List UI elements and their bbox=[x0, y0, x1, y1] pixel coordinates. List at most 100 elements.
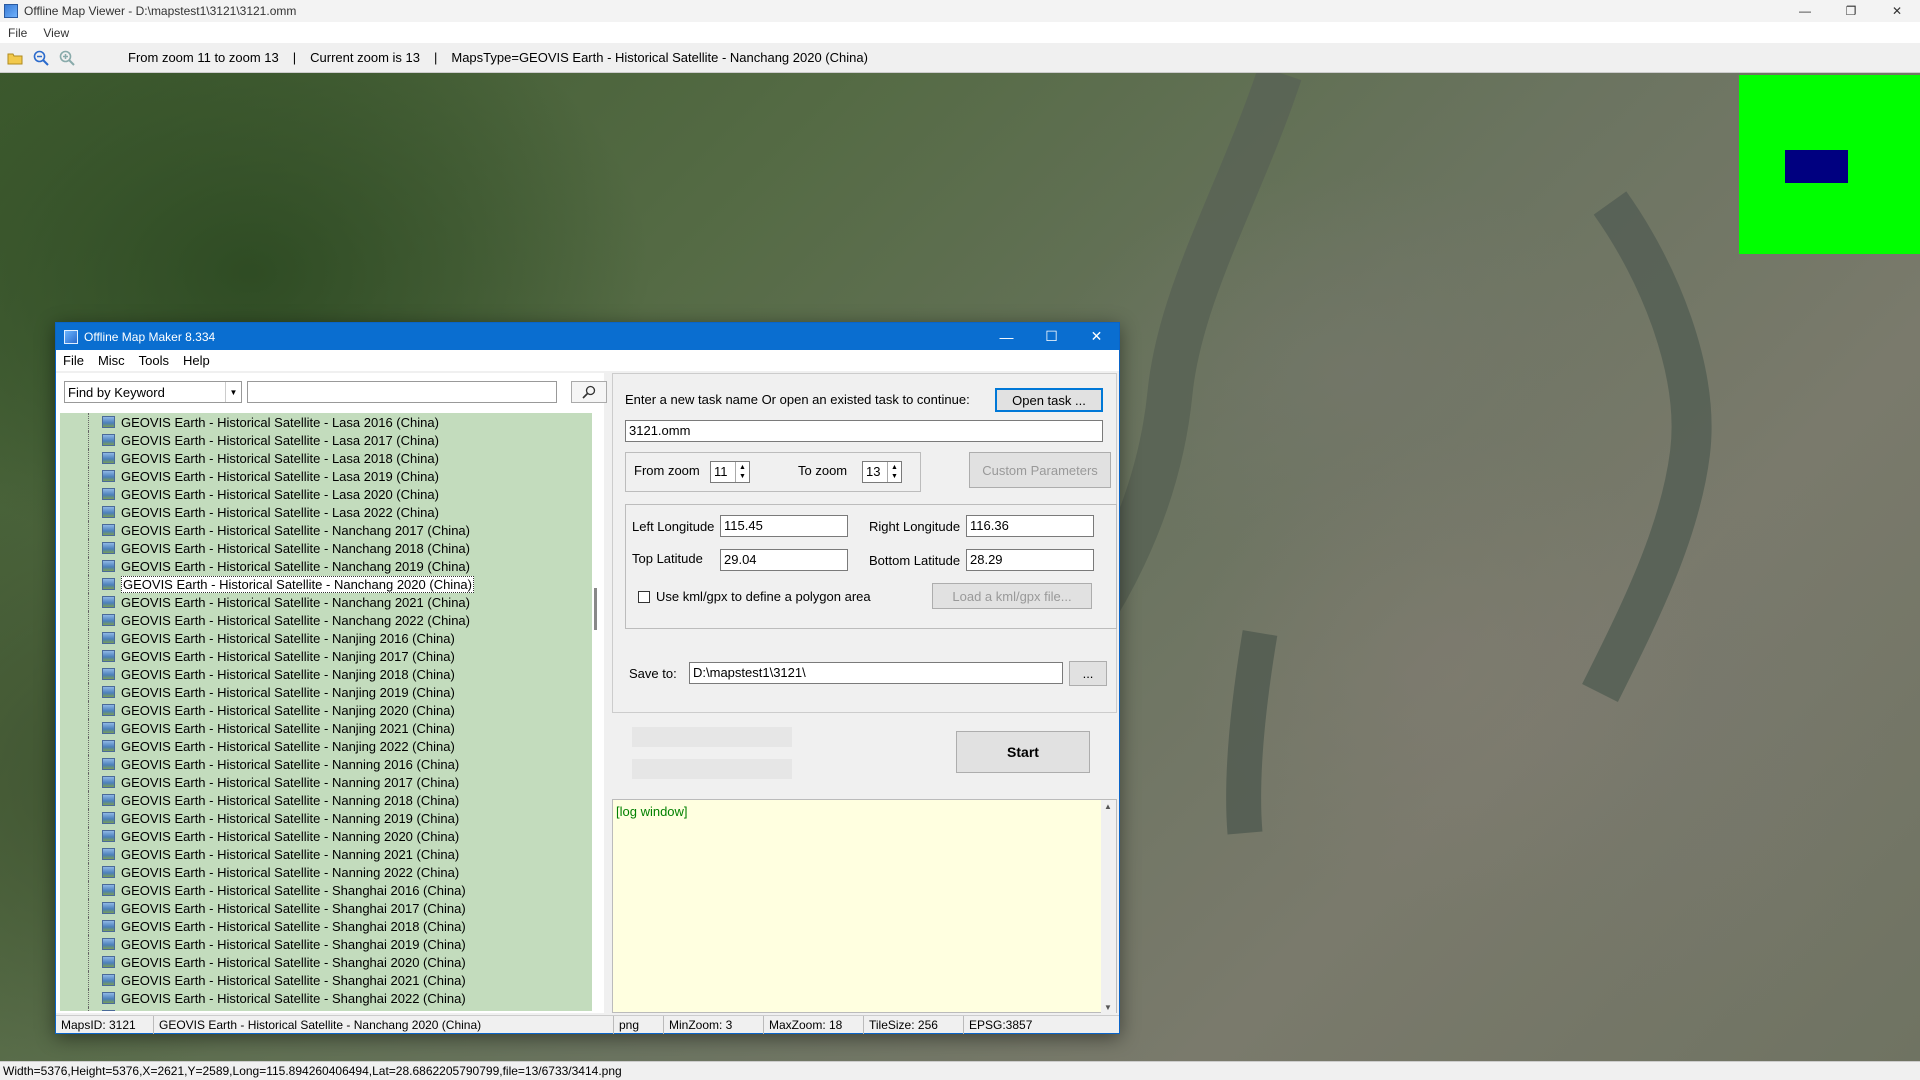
overview-minimap[interactable] bbox=[1739, 75, 1920, 254]
tree-item-label: GEOVIS Earth - Historical Satellite - Na… bbox=[121, 684, 455, 700]
map-layer-icon bbox=[102, 488, 115, 500]
browse-button[interactable]: ... bbox=[1069, 661, 1107, 686]
maps-id-text: MapsID: 3121 bbox=[56, 1015, 154, 1034]
tree-item[interactable]: GEOVIS Earth - Historical Satellite - Na… bbox=[60, 629, 592, 647]
top-latitude-input[interactable]: 29.04 bbox=[720, 549, 848, 571]
tree-item[interactable]: GEOVIS Earth - Historical Satellite - La… bbox=[60, 431, 592, 449]
tree-item[interactable]: GEOVIS Earth - Historical Satellite - Na… bbox=[60, 665, 592, 683]
log-scrollbar[interactable]: ▲ ▼ bbox=[1101, 800, 1116, 1014]
tree-item[interactable]: GEOVIS Earth - Historical Satellite - Na… bbox=[60, 557, 592, 575]
tree-item[interactable]: GEOVIS Earth - Historical Satellite - Na… bbox=[60, 521, 592, 539]
custom-parameters-button[interactable]: Custom Parameters bbox=[969, 452, 1111, 488]
search-mode-value: Find by Keyword bbox=[68, 385, 165, 400]
tree-item[interactable]: GEOVIS Earth - Historical Satellite - Na… bbox=[60, 575, 592, 593]
tree-item-label: GEOVIS Earth - Historical Satellite - Sh… bbox=[121, 882, 466, 898]
close-icon[interactable]: ✕ bbox=[1074, 323, 1119, 350]
tree-item[interactable]: GEOVIS Earth - Historical Satellite - Na… bbox=[60, 737, 592, 755]
viewer-title: Offline Map Viewer - D:\mapstest1\3121\3… bbox=[24, 4, 297, 18]
minimize-icon[interactable]: — bbox=[1782, 0, 1828, 22]
tree-item-label: GEOVIS Earth - Historical Satellite - Sh… bbox=[121, 900, 466, 916]
search-mode-select[interactable]: Find by Keyword ▼ bbox=[64, 381, 242, 403]
tree-item-label: GEOVIS Earth - Historical Satellite - Na… bbox=[121, 738, 455, 754]
tree-item[interactable]: GEOVIS Earth - Historical Satellite - Sh… bbox=[60, 881, 592, 899]
from-zoom-stepper[interactable]: 11 ▲ ▼ bbox=[710, 461, 750, 483]
search-input[interactable] bbox=[247, 381, 557, 403]
left-longitude-input[interactable]: 115.45 bbox=[720, 515, 848, 537]
chevron-down-icon[interactable]: ▼ bbox=[225, 382, 241, 402]
tree-item[interactable]: GEOVIS Earth - Historical Satellite - La… bbox=[60, 467, 592, 485]
maps-name-text: GEOVIS Earth - Historical Satellite - Na… bbox=[154, 1015, 614, 1034]
tree-item[interactable]: GEOVIS Earth - Historical Satellite - Na… bbox=[60, 683, 592, 701]
map-layer-icon bbox=[102, 506, 115, 518]
progress-bar-1 bbox=[632, 727, 792, 747]
tree-item[interactable]: GEOVIS Earth - Historical Satellite - Sh… bbox=[60, 899, 592, 917]
viewer-statusbar: Width=5376,Height=5376,X=2621,Y=2589,Lon… bbox=[0, 1061, 1920, 1080]
scroll-down-icon[interactable]: ▼ bbox=[1104, 1003, 1112, 1012]
tree-item[interactable]: GEOVIS Earth - Historical Satellite - Sh… bbox=[60, 917, 592, 935]
tree-item[interactable]: GEOVIS Earth - Historical Satellite - Na… bbox=[60, 755, 592, 773]
tree-item[interactable]: GEOVIS Earth - Historical Satellite - Na… bbox=[60, 773, 592, 791]
tree-item[interactable]: GEOVIS Earth - Historical Satellite - Na… bbox=[60, 809, 592, 827]
restore-icon[interactable]: ❐ bbox=[1828, 0, 1874, 22]
load-kml-button[interactable]: Load a kml/gpx file... bbox=[932, 583, 1092, 609]
tree-item-label: GEOVIS Earth - Historical Satellite - Na… bbox=[121, 720, 455, 736]
maximize-icon[interactable]: ☐ bbox=[1029, 323, 1074, 350]
menu-misc[interactable]: Misc bbox=[91, 353, 132, 368]
close-icon[interactable]: ✕ bbox=[1874, 0, 1920, 22]
zoom-in-icon[interactable] bbox=[56, 47, 78, 69]
stepper-arrows-icon[interactable]: ▲ ▼ bbox=[735, 462, 749, 482]
menu-file[interactable]: File bbox=[0, 26, 35, 40]
task-name-input[interactable]: 3121.omm bbox=[625, 420, 1103, 442]
maps-tree[interactable]: GEOVIS Earth - Historical Satellite - La… bbox=[60, 413, 592, 1011]
tree-item[interactable]: GEOVIS Earth - Historical Satellite - La… bbox=[60, 449, 592, 467]
tree-item[interactable]: GEOVIS Earth - Historical Satellite - Sh… bbox=[60, 971, 592, 989]
tree-item[interactable]: GEOVIS Earth - Historical Satellite - Na… bbox=[60, 647, 592, 665]
tree-item[interactable]: GEOVIS Earth - Historical Satellite - La… bbox=[60, 413, 592, 431]
current-zoom-text: Current zoom is 13 bbox=[310, 50, 420, 65]
save-path-input[interactable]: D:\mapstest1\3121\ bbox=[689, 662, 1063, 684]
log-window[interactable]: [log window] ▲ ▼ bbox=[612, 799, 1117, 1014]
kml-checkbox[interactable] bbox=[638, 591, 650, 603]
map-layer-icon bbox=[102, 722, 115, 734]
minimap-viewport[interactable] bbox=[1785, 150, 1848, 183]
tree-item-label: GEOVIS Earth - Historical Satellite - Na… bbox=[121, 630, 455, 646]
bottom-latitude-input[interactable]: 28.29 bbox=[966, 549, 1094, 571]
tree-item[interactable]: GEOVIS Earth - Historical Satellite - La… bbox=[60, 485, 592, 503]
right-longitude-input[interactable]: 116.36 bbox=[966, 515, 1094, 537]
tree-item[interactable]: GEOVIS Earth - Historical Satellite - Sh… bbox=[60, 1007, 592, 1011]
map-layer-icon bbox=[102, 992, 115, 1004]
tree-item[interactable]: GEOVIS Earth - Historical Satellite - Na… bbox=[60, 827, 592, 845]
start-button[interactable]: Start bbox=[956, 731, 1090, 773]
tree-item[interactable]: GEOVIS Earth - Historical Satellite - Sh… bbox=[60, 953, 592, 971]
minimize-icon[interactable]: — bbox=[984, 323, 1029, 350]
open-folder-icon[interactable] bbox=[4, 47, 26, 69]
tree-item[interactable]: GEOVIS Earth - Historical Satellite - Na… bbox=[60, 701, 592, 719]
tree-item[interactable]: GEOVIS Earth - Historical Satellite - La… bbox=[60, 503, 592, 521]
map-layer-icon bbox=[102, 794, 115, 806]
tree-item[interactable]: GEOVIS Earth - Historical Satellite - Na… bbox=[60, 863, 592, 881]
open-task-button[interactable]: Open task ... bbox=[995, 388, 1103, 412]
maps-type-text: MapsType=GEOVIS Earth - Historical Satel… bbox=[451, 50, 868, 65]
tree-scrollbar[interactable] bbox=[594, 588, 597, 630]
tree-item[interactable]: GEOVIS Earth - Historical Satellite - Na… bbox=[60, 539, 592, 557]
tree-item-label: GEOVIS Earth - Historical Satellite - Sh… bbox=[121, 936, 466, 952]
tree-item[interactable]: GEOVIS Earth - Historical Satellite - Sh… bbox=[60, 935, 592, 953]
tree-item[interactable]: GEOVIS Earth - Historical Satellite - Na… bbox=[60, 719, 592, 737]
tree-item[interactable]: GEOVIS Earth - Historical Satellite - Na… bbox=[60, 611, 592, 629]
menu-help[interactable]: Help bbox=[176, 353, 217, 368]
tree-item[interactable]: GEOVIS Earth - Historical Satellite - Na… bbox=[60, 791, 592, 809]
to-zoom-stepper[interactable]: 13 ▲ ▼ bbox=[862, 461, 902, 483]
tree-item[interactable]: GEOVIS Earth - Historical Satellite - Na… bbox=[60, 845, 592, 863]
tree-item[interactable]: GEOVIS Earth - Historical Satellite - Na… bbox=[60, 593, 592, 611]
dialog-titlebar[interactable]: Offline Map Maker 8.334 — ☐ ✕ bbox=[56, 323, 1119, 350]
zoom-out-icon[interactable] bbox=[30, 47, 52, 69]
menu-view[interactable]: View bbox=[35, 26, 77, 40]
scroll-up-icon[interactable]: ▲ bbox=[1104, 802, 1112, 811]
tree-item[interactable]: GEOVIS Earth - Historical Satellite - Sh… bbox=[60, 989, 592, 1007]
menu-file[interactable]: File bbox=[56, 353, 91, 368]
menu-tools[interactable]: Tools bbox=[132, 353, 176, 368]
stepper-arrows-icon[interactable]: ▲ ▼ bbox=[887, 462, 901, 482]
dialog-window-controls: — ☐ ✕ bbox=[984, 323, 1119, 350]
search-button[interactable] bbox=[571, 381, 607, 403]
min-zoom-text: MinZoom: 3 bbox=[664, 1015, 764, 1034]
